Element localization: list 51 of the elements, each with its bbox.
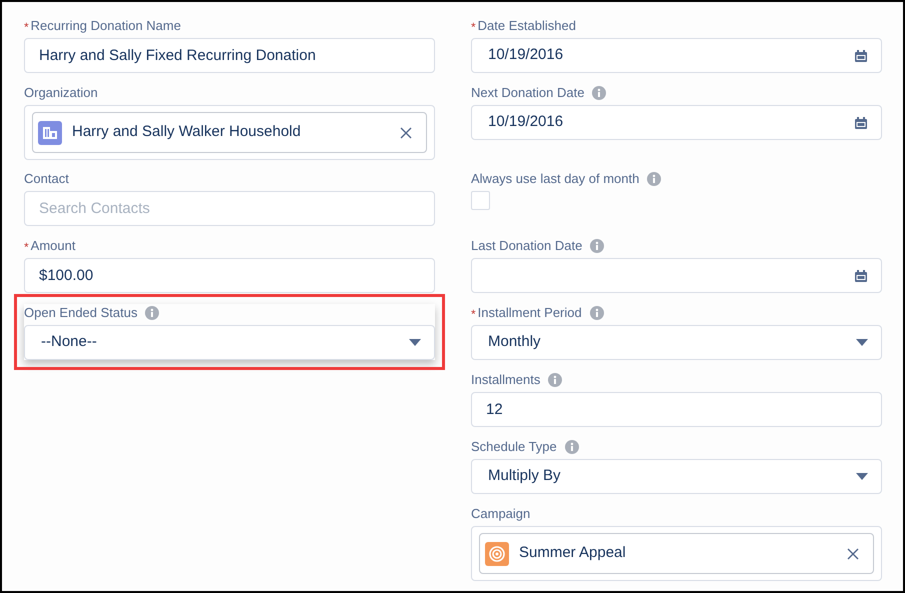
field-label: Installment Period <box>478 304 582 322</box>
dropdown-caret-icon[interactable] <box>409 339 421 346</box>
text-field[interactable]: $100.00 <box>24 258 435 293</box>
info-icon[interactable] <box>564 440 579 454</box>
field-label: Installments <box>471 371 540 390</box>
field-label: Schedule Type <box>471 438 557 456</box>
info-icon[interactable] <box>590 239 604 253</box>
close-icon[interactable] <box>400 126 412 138</box>
field-label: Next Donation Date <box>471 84 584 102</box>
required-asterisk: * <box>24 239 29 256</box>
field-label: Amount <box>30 237 76 256</box>
building-icon <box>38 120 62 144</box>
field-label: Last Donation Date <box>471 237 582 256</box>
field-label: Campaign <box>471 505 530 524</box>
required-asterisk: * <box>471 306 476 323</box>
picklist-field[interactable]: --None-- <box>24 325 435 360</box>
selected-record-pill[interactable]: Harry and Sally Walker Household <box>32 112 427 153</box>
dropdown-caret-icon[interactable] <box>856 473 868 480</box>
target-icon <box>485 542 509 566</box>
lookup-field[interactable]: Harry and Sally Walker Household <box>24 105 435 160</box>
calendar-icon[interactable] <box>855 116 867 128</box>
picklist-field[interactable]: Multiply By <box>471 459 882 494</box>
required-asterisk: * <box>24 19 29 36</box>
field-label: Always use last day of month <box>471 170 640 188</box>
calendar-icon[interactable] <box>855 270 867 282</box>
selected-record-pill[interactable]: Summer Appeal <box>479 533 874 574</box>
required-asterisk: * <box>471 19 476 36</box>
info-icon[interactable] <box>548 373 562 387</box>
date-field[interactable]: 10/19/2016 <box>471 105 882 140</box>
field-label: Contact <box>24 170 69 188</box>
field-label: Organization <box>24 84 98 102</box>
checkbox[interactable] <box>471 191 490 210</box>
date-field[interactable] <box>471 258 882 293</box>
close-icon[interactable] <box>847 548 859 560</box>
record-name: Harry and Sally Walker Household <box>72 122 302 142</box>
field-label: Recurring Donation Name <box>30 17 181 36</box>
date-field[interactable]: 10/19/2016 <box>471 38 882 73</box>
lookup-field[interactable]: Summer Appeal <box>471 526 882 581</box>
field-label: Date Established <box>478 17 576 36</box>
field-label: Open Ended Status <box>24 304 138 322</box>
info-icon[interactable] <box>592 86 606 100</box>
text-field[interactable]: 12 <box>471 392 882 427</box>
text-field[interactable]: Harry and Sally Fixed Recurring Donation <box>24 38 435 73</box>
info-icon[interactable] <box>647 172 662 186</box>
info-icon[interactable] <box>590 306 604 320</box>
dropdown-caret-icon[interactable] <box>856 339 868 346</box>
picklist-field[interactable]: Monthly <box>471 325 882 360</box>
text-field[interactable]: Search Contacts <box>24 191 435 226</box>
calendar-icon[interactable] <box>855 50 867 62</box>
record-name: Summer Appeal <box>519 543 627 564</box>
info-icon[interactable] <box>145 306 160 320</box>
